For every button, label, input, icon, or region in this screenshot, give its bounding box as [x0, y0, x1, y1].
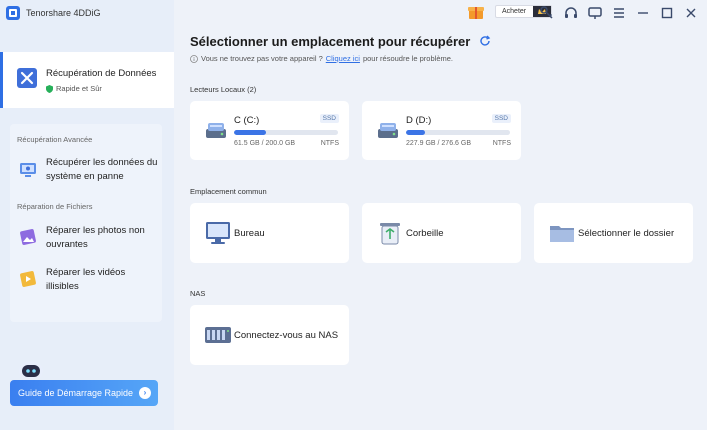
- location-recycle-bin[interactable]: Corbeille: [362, 203, 521, 263]
- local-drives-label: Lecteurs Locaux (2): [190, 85, 257, 94]
- sidebar-item-data-recovery[interactable]: Récupération de Données Rapide et Sûr: [0, 52, 174, 108]
- monitor-icon: [20, 163, 36, 177]
- logo-icon: [6, 6, 20, 20]
- shield-icon: [46, 84, 53, 93]
- refresh-icon[interactable]: [479, 35, 491, 47]
- sidebar-item-repair-photos[interactable]: Réparer les photos non ouvrantes: [18, 224, 158, 252]
- menu-icon[interactable]: [611, 5, 627, 21]
- app-title: Tenorshare 4DDiG: [26, 8, 101, 18]
- drive-name: D (D:): [406, 115, 432, 126]
- sidebar-item-label: Récupération de Données: [46, 68, 157, 79]
- section-file-repair: Réparation de Fichiers: [17, 202, 93, 211]
- info-icon: [190, 54, 198, 63]
- minimize-icon[interactable]: [635, 5, 651, 21]
- help-line: Vous ne trouvez pas votre appareil ? Cli…: [190, 54, 453, 63]
- sidebar-item-crashed-system[interactable]: Récupérer les données du système en pann…: [18, 156, 158, 184]
- drive-card-d[interactable]: D (D:) SSD 227.9 GB / 276.6 GB NTFS: [362, 101, 521, 160]
- titlebar-controls: [539, 4, 699, 22]
- quick-start-guide-button[interactable]: Guide de Démarrage Rapide ›: [10, 380, 158, 406]
- location-label: Bureau: [234, 228, 265, 239]
- section-advanced-recovery: Récupération Avancée: [17, 135, 93, 144]
- headset-icon[interactable]: [563, 5, 579, 21]
- nas-label: NAS: [190, 289, 206, 298]
- drive-name: C (C:): [234, 115, 260, 126]
- brand: Tenorshare 4DDiG: [6, 6, 101, 20]
- sidebar: Tenorshare 4DDiG Récupération de Données…: [0, 0, 174, 430]
- usage-bar: [406, 130, 510, 135]
- subtitle-text: Rapide et Sûr: [56, 84, 102, 93]
- drive-card-c[interactable]: C (C:) SSD 61.5 GB / 200.0 GB NTFS: [190, 101, 349, 160]
- help-link[interactable]: Cliquez ici: [326, 54, 360, 63]
- sidebar-item-label: Réparer les vidéos illisibles: [46, 267, 126, 292]
- sidebar-item-label: Réparer les photos non ouvrantes: [46, 225, 145, 250]
- video-icon: [20, 271, 36, 287]
- usage-fill: [406, 130, 425, 135]
- usage-fill: [234, 130, 267, 135]
- drive-icon: [378, 123, 398, 138]
- sidebar-item-sublabel: Rapide et Sûr: [46, 84, 102, 93]
- page-title: Sélectionner un emplacement pour récupér…: [190, 34, 471, 49]
- sidebar-item-repair-videos[interactable]: Réparer les vidéos illisibles: [18, 266, 158, 294]
- location-select-folder[interactable]: Sélectionner le dossier: [534, 203, 693, 263]
- drive-size: 61.5 GB / 200.0 GB: [234, 140, 296, 147]
- drive-format: NTFS: [492, 140, 511, 147]
- help-tail: pour résoudre le problème.: [362, 54, 453, 63]
- maximize-icon[interactable]: [659, 5, 675, 21]
- sidebar-item-label: Récupérer les données du système en pann…: [46, 157, 158, 182]
- location-label: Corbeille: [406, 228, 444, 239]
- arrow-icon: ›: [139, 387, 151, 399]
- photo-icon: [20, 229, 36, 245]
- drive-format: NTFS: [320, 140, 339, 147]
- location-label: Sélectionner le dossier: [578, 228, 675, 239]
- key-icon[interactable]: [539, 5, 555, 21]
- feedback-icon[interactable]: [587, 5, 603, 21]
- drive-icon: [206, 123, 226, 138]
- buy-label: Acheter: [502, 8, 527, 15]
- ssd-badge: SSD: [491, 114, 511, 123]
- usage-bar: [234, 130, 338, 135]
- common-location-label: Emplacement commun: [190, 187, 267, 196]
- location-desktop[interactable]: Bureau: [190, 203, 349, 263]
- help-text: Vous ne trouvez pas votre appareil ?: [201, 54, 323, 63]
- location-nas[interactable]: Connectez-vous au NAS: [190, 305, 349, 365]
- gift-icon[interactable]: [468, 4, 484, 20]
- location-label: Connectez-vous au NAS: [234, 330, 339, 341]
- tools-icon: [17, 68, 37, 88]
- folder-icon: [550, 226, 574, 242]
- recycle-bin-icon: [380, 223, 400, 245]
- close-icon[interactable]: [683, 5, 699, 21]
- ssd-badge: SSD: [319, 114, 339, 123]
- guide-button-label: Guide de Démarrage Rapide: [18, 388, 134, 398]
- drive-size: 227.9 GB / 276.6 GB: [406, 140, 471, 147]
- desktop-icon: [206, 222, 230, 244]
- nas-icon: [205, 327, 231, 343]
- active-indicator: [0, 52, 3, 108]
